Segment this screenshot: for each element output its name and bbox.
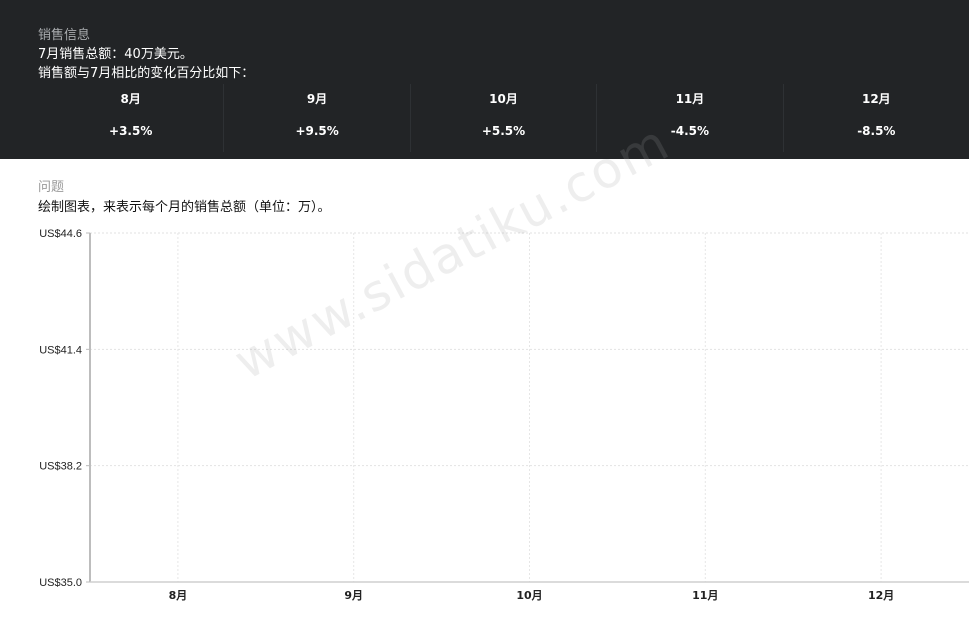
x-category-label: 10月 — [516, 589, 542, 602]
y-tick-label: US$44.6 — [39, 228, 82, 240]
y-tick-label: US$41.4 — [39, 344, 82, 356]
bar-chart-canvas[interactable]: US$35.0 US$38.2 US$41.4 US$44.6 8月 9月 10月 11月 12… — [0, 0, 969, 625]
y-tick-label: US$38.2 — [39, 461, 82, 473]
y-tick-label: US$35.0 — [39, 577, 82, 589]
x-category-label: 12月 — [868, 589, 894, 602]
x-category-label: 8月 — [169, 589, 188, 602]
x-category-label: 11月 — [692, 589, 718, 602]
x-category-label: 9月 — [344, 589, 363, 602]
